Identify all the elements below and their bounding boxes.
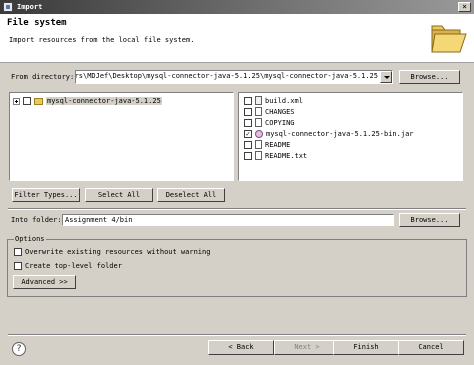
from-directory-value: s\Users\MDJef\Desktop\mysql-connector-ja… (75, 72, 378, 80)
file-label: mysql-connector-java-5.1.25-bin.jar (266, 129, 414, 138)
file-label: build.xml (265, 96, 303, 105)
tree-item-checkbox[interactable] (23, 97, 31, 105)
file-label: COPYING (265, 118, 295, 127)
title-bar: Import × (0, 0, 474, 14)
folder-icon (431, 25, 467, 53)
separator (8, 334, 466, 336)
list-item[interactable]: ✓ mysql-connector-java-5.1.25-bin.jar (244, 128, 414, 139)
jar-file-icon (255, 129, 263, 138)
into-folder-label: Into folder: (11, 216, 62, 224)
options-legend: Options (14, 235, 46, 243)
list-item[interactable]: README.txt (244, 150, 307, 161)
folder-icon (34, 97, 43, 105)
list-item[interactable]: CHANGES (244, 106, 295, 117)
xml-file-icon (255, 96, 262, 105)
top-level-option[interactable]: Create top-level folder (14, 262, 122, 270)
list-item[interactable]: README (244, 139, 290, 150)
finish-button[interactable]: Finish (333, 340, 399, 355)
folder-tree[interactable]: mysql-connector-java-5.1.25 (9, 92, 234, 181)
app-icon (3, 2, 13, 12)
select-all-button[interactable]: Select All (85, 188, 153, 202)
top-level-label: Create top-level folder (25, 262, 122, 270)
advanced-button[interactable]: Advanced >> (13, 275, 76, 289)
file-checkbox[interactable] (244, 140, 252, 149)
close-button[interactable]: × (458, 2, 471, 12)
file-label: README (265, 140, 291, 149)
page-title: File system (7, 18, 67, 28)
overwrite-option[interactable]: Overwrite existing resources without war… (14, 248, 210, 256)
file-label: README.txt (265, 151, 308, 160)
from-directory-combo[interactable]: s\Users\MDJef\Desktop\mysql-connector-ja… (75, 70, 393, 84)
deselect-all-button[interactable]: Deselect All (157, 188, 225, 202)
file-checkbox[interactable] (244, 118, 252, 127)
file-checkbox[interactable] (244, 151, 252, 160)
overwrite-checkbox[interactable] (14, 248, 22, 256)
file-icon (255, 107, 262, 116)
file-icon (255, 118, 262, 127)
wizard-header: File system Import resources from the lo… (0, 14, 474, 63)
file-checkbox[interactable] (244, 107, 252, 116)
cancel-button[interactable]: Cancel (398, 340, 464, 355)
from-directory-browse-button[interactable]: Browse... (399, 70, 460, 84)
list-item[interactable]: build.xml (244, 95, 303, 106)
options-group: Options Overwrite existing resources wit… (7, 235, 467, 297)
file-checkbox-checked[interactable]: ✓ (244, 129, 252, 138)
into-folder-field[interactable]: Assignment 4/bin (62, 214, 394, 226)
filter-types-button[interactable]: Filter Types... (12, 188, 80, 202)
list-item[interactable]: COPYING (244, 117, 295, 128)
file-icon (255, 140, 262, 149)
top-level-checkbox[interactable] (14, 262, 22, 270)
next-button[interactable]: Next > (274, 340, 340, 355)
page-description: Import resources from the local file sys… (9, 36, 195, 44)
chevron-down-icon[interactable] (380, 71, 392, 83)
tree-item-label: mysql-connector-java-5.1.25 (46, 97, 162, 105)
back-button[interactable]: < Back (208, 340, 274, 355)
tree-item[interactable]: mysql-connector-java-5.1.25 (13, 95, 162, 107)
expand-icon[interactable] (13, 97, 20, 105)
file-label: CHANGES (265, 107, 295, 116)
separator (8, 208, 466, 210)
help-icon[interactable]: ? (12, 342, 26, 356)
window-title: Import (17, 3, 43, 11)
file-checkbox[interactable] (244, 96, 252, 105)
file-list[interactable]: build.xml CHANGES COPYING ✓ mysql-connec… (238, 92, 463, 181)
file-icon (255, 151, 262, 160)
overwrite-label: Overwrite existing resources without war… (25, 248, 211, 256)
into-folder-browse-button[interactable]: Browse... (399, 213, 460, 227)
from-directory-label: From directory: (11, 73, 75, 81)
